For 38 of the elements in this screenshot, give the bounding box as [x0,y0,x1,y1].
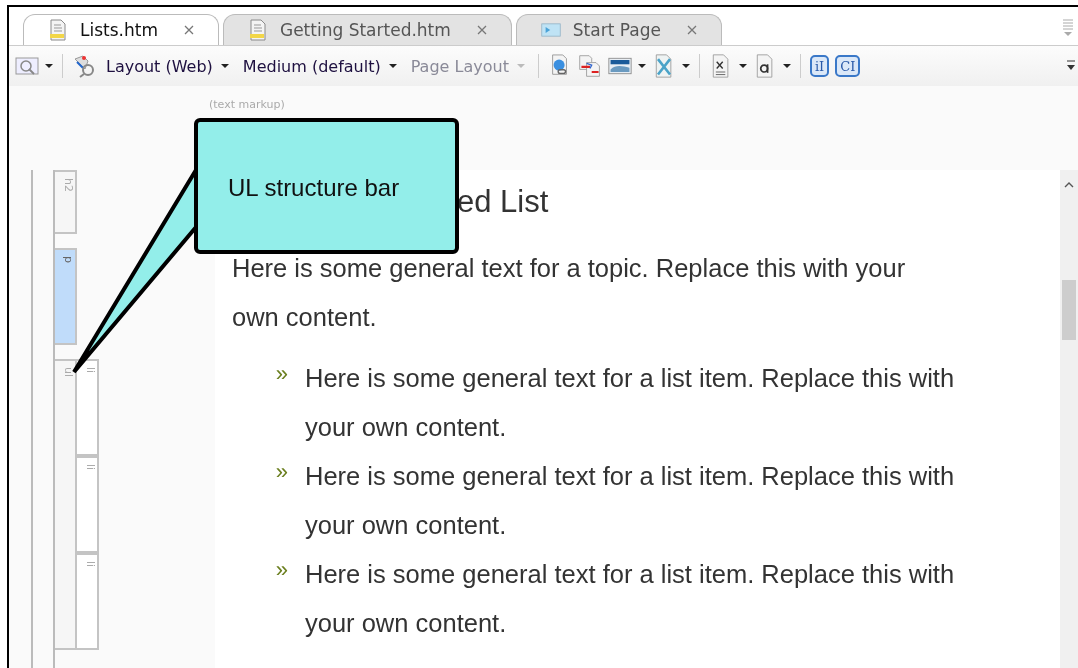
scrollbar[interactable] [1060,170,1078,668]
scroll-up-icon[interactable] [1064,182,1074,188]
bullet: » [274,458,289,486]
document-tab[interactable]: Getting Started.htm [223,14,512,45]
structure-bar[interactable]: p [55,248,77,345]
list-item-text: Here is some general text for a list item. Replace this with your own content. [305,363,956,443]
dropdown-button[interactable]: Layout (Web) [102,56,233,76]
tab-label: Getting Started.htm [280,20,451,40]
markup-label: (text markup) [209,98,285,111]
tab-label: Lists.htm [80,20,158,40]
document-icon [48,19,68,41]
preview-icon[interactable] [15,54,39,78]
tag-button[interactable]: iI [809,55,830,77]
document-tab[interactable]: Start Page [515,14,722,45]
callout: UL structure bar [194,118,459,254]
tag-button[interactable]: CI [835,55,861,77]
bullet: » [274,360,289,388]
list-item-text: Here is some general text for a list item. Replace this with your own content. [305,461,956,541]
heading: ed List [457,184,550,220]
caret-icon[interactable] [681,64,690,68]
caret-icon[interactable] [45,64,53,68]
bullet: » [274,556,289,584]
close-icon[interactable] [686,25,697,35]
paragraph: Here is some general text for a topic. Replace this with your own content. [232,253,907,333]
caret-icon[interactable] [637,64,646,68]
caret-icon [516,64,525,68]
caret-icon [220,64,229,68]
caret-icon[interactable] [782,64,791,68]
scrollbar-thumb[interactable] [1062,280,1076,340]
list-item-text: Here is some general text for a list item. Replace this with your own content. [305,559,956,639]
dropdown-button[interactable]: Medium (default) [238,56,401,76]
caret-icon[interactable] [738,64,747,68]
tab-label: Start Page [572,20,661,40]
document-icon [248,19,268,41]
caret-icon [388,64,397,68]
close-icon[interactable] [476,25,487,35]
close-icon[interactable] [184,25,194,35]
document-tab[interactable]: Lists.htm [23,14,219,45]
